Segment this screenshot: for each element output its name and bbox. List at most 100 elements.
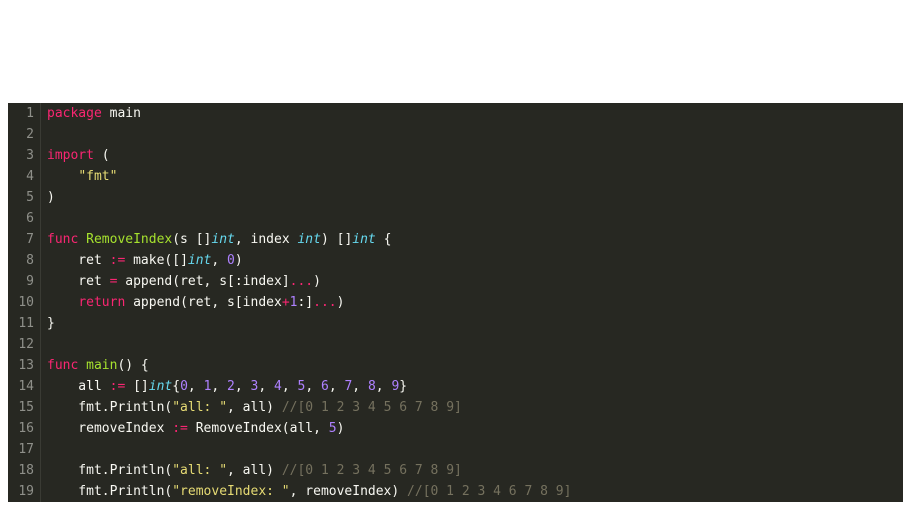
code-token: fmt.Println( (47, 484, 172, 499)
code-token: , (211, 379, 227, 394)
code-line[interactable]: package main (47, 103, 903, 124)
code-token: "removeIndex: " (172, 484, 289, 499)
line-number: 17 (12, 439, 34, 460)
code-token: main (86, 358, 117, 373)
code-token: , (329, 379, 345, 394)
code-token: "fmt" (78, 169, 117, 184)
code-token: 6 (321, 379, 329, 394)
code-line[interactable]: import ( (47, 145, 903, 166)
code-token: , (282, 379, 298, 394)
code-token: removeIndex (47, 421, 172, 436)
code-line[interactable]: ) (47, 187, 903, 208)
code-token: all (47, 379, 110, 394)
code-token: ... (313, 295, 336, 310)
code-token: main (102, 106, 141, 121)
code-token: () { (117, 358, 148, 373)
code-token: int (188, 253, 211, 268)
line-number: 13 (12, 355, 34, 376)
code-token: append(ret, s[:index] (117, 274, 289, 289)
code-token: := (110, 379, 126, 394)
code-token: "all: " (172, 463, 227, 478)
line-number: 5 (12, 187, 34, 208)
code-line[interactable] (47, 334, 903, 355)
code-token: { (172, 379, 180, 394)
code-token: 4 (274, 379, 282, 394)
code-token: , all) (227, 400, 282, 415)
line-number: 7 (12, 229, 34, 250)
code-token: (s [] (172, 232, 211, 247)
line-number: 16 (12, 418, 34, 439)
code-token: import (47, 148, 94, 163)
line-number: 14 (12, 376, 34, 397)
code-line[interactable]: removeIndex := RemoveIndex(all, 5) (47, 418, 903, 439)
line-number: 2 (12, 124, 34, 145)
code-line[interactable] (47, 439, 903, 460)
code-token: , (235, 379, 251, 394)
code-token: int (211, 232, 234, 247)
code-token: ) [] (321, 232, 352, 247)
code-token: append(ret, s[index (125, 295, 282, 310)
code-line[interactable] (47, 208, 903, 229)
code-token: "all: " (172, 400, 227, 415)
code-token: } (47, 316, 55, 331)
code-token: //[0 1 2 3 4 5 6 7 8 9] (282, 463, 462, 478)
code-line[interactable]: return append(ret, s[index+1:]...) (47, 292, 903, 313)
line-number: 3 (12, 145, 34, 166)
code-line[interactable]: func main() { (47, 355, 903, 376)
code-token: RemoveIndex(all, (188, 421, 329, 436)
code-token: func (47, 232, 78, 247)
code-token: :] (297, 295, 313, 310)
code-token: RemoveIndex (86, 232, 172, 247)
code-token: , (258, 379, 274, 394)
line-number: 6 (12, 208, 34, 229)
code-token: 8 (368, 379, 376, 394)
code-token: 0 (180, 379, 188, 394)
code-token: ) (47, 190, 55, 205)
code-token: //[0 1 2 3 4 5 6 7 8 9] (282, 400, 462, 415)
code-line[interactable]: ret := make([]int, 0) (47, 250, 903, 271)
code-line[interactable]: fmt.Println("removeIndex: ", removeIndex… (47, 481, 903, 502)
code-token (47, 295, 78, 310)
line-number: 18 (12, 460, 34, 481)
code-token: //[0 1 2 3 4 6 7 8 9] (407, 484, 571, 499)
code-token: ) (337, 295, 345, 310)
code-editor[interactable]: 12345678910111213141516171819 package ma… (8, 103, 903, 502)
code-line[interactable]: ret = append(ret, s[:index]...) (47, 271, 903, 292)
code-token: func (47, 358, 78, 373)
code-line[interactable]: fmt.Println("all: ", all) //[0 1 2 3 4 5… (47, 397, 903, 418)
code-area[interactable]: package main import ( "fmt") func RemoveIn… (41, 103, 903, 502)
code-token: { (376, 232, 392, 247)
line-number-gutter: 12345678910111213141516171819 (8, 103, 41, 502)
code-token: fmt.Println( (47, 463, 172, 478)
code-token: int (149, 379, 172, 394)
line-number: 15 (12, 397, 34, 418)
code-token: int (352, 232, 375, 247)
code-token: make([] (125, 253, 188, 268)
code-token: [] (125, 379, 148, 394)
code-token: ( (94, 148, 110, 163)
code-token: , (188, 379, 204, 394)
code-token (78, 232, 86, 247)
code-token: ) (337, 421, 345, 436)
code-token (47, 169, 78, 184)
code-token: ) (235, 253, 243, 268)
code-token: ) (313, 274, 321, 289)
code-token: := (110, 253, 126, 268)
code-token: fmt.Println( (47, 400, 172, 415)
code-line[interactable]: func RemoveIndex(s []int, index int) []i… (47, 229, 903, 250)
line-number: 8 (12, 250, 34, 271)
code-token: , (305, 379, 321, 394)
code-token: , (211, 253, 227, 268)
code-token: + (282, 295, 290, 310)
code-token: , (352, 379, 368, 394)
code-line[interactable]: "fmt" (47, 166, 903, 187)
code-line[interactable] (47, 124, 903, 145)
line-number: 11 (12, 313, 34, 334)
code-token: package (47, 106, 102, 121)
code-token: := (172, 421, 188, 436)
line-number: 12 (12, 334, 34, 355)
code-line[interactable]: all := []int{0, 1, 2, 3, 4, 5, 6, 7, 8, … (47, 376, 903, 397)
line-number: 9 (12, 271, 34, 292)
code-line[interactable]: fmt.Println("all: ", all) //[0 1 2 3 4 5… (47, 460, 903, 481)
code-line[interactable]: } (47, 313, 903, 334)
